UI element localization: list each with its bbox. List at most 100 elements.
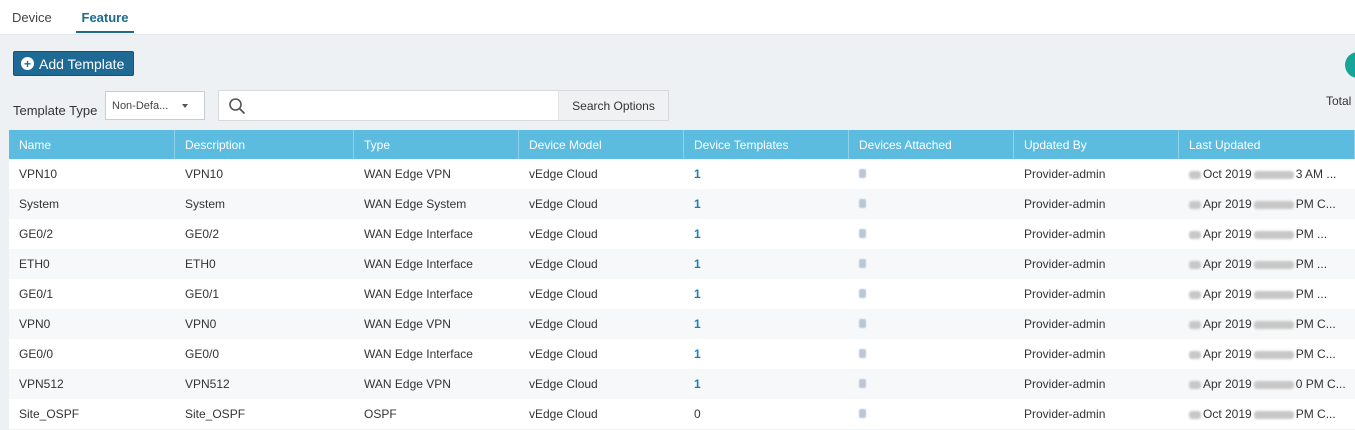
redacted-icon bbox=[859, 379, 866, 388]
tab-bar: Device Feature bbox=[0, 0, 1355, 35]
redacted-time bbox=[1253, 410, 1294, 419]
cell-type: OSPF bbox=[364, 407, 397, 421]
cell-device-templates[interactable]: 1 bbox=[684, 227, 849, 241]
last-updated-month: Apr 2019 bbox=[1203, 257, 1252, 271]
redacted-day bbox=[1189, 260, 1201, 269]
search-options-button[interactable]: Search Options bbox=[558, 91, 668, 120]
table-row[interactable]: System System WAN Edge System vEdge Cloud 1 P… bbox=[9, 189, 1355, 219]
template-type-label: Template Type bbox=[13, 103, 98, 118]
cell-last-updated: Apr 2019 PM ... bbox=[1179, 257, 1355, 271]
table-body: VPN10 VPN10 WAN Edge VPN vEdge Cloud 1 Provid… bbox=[9, 159, 1355, 429]
column-header-name[interactable]: Name bbox=[9, 130, 175, 159]
redacted-icon bbox=[859, 289, 866, 298]
cell-device-templates[interactable]: 1 bbox=[684, 347, 849, 361]
cell-last-updated: Oct 2019 PM C... bbox=[1179, 407, 1355, 421]
cell-description: GE0/0 bbox=[185, 347, 220, 361]
cell-type: WAN Edge VPN bbox=[364, 377, 451, 391]
cell-updated-by: Provider-admin bbox=[1024, 197, 1106, 211]
caret-down-icon bbox=[182, 104, 188, 108]
teal-action-icon[interactable] bbox=[1345, 52, 1355, 78]
redacted-icon bbox=[859, 349, 866, 358]
cell-device-templates[interactable]: 1 bbox=[684, 197, 849, 211]
cell-last-updated: Apr 2019 0 PM C... bbox=[1179, 377, 1355, 391]
cell-type: WAN Edge Interface bbox=[364, 227, 473, 241]
cell-last-updated: Apr 2019 PM ... bbox=[1179, 287, 1355, 301]
table-row[interactable]: VPN10 VPN10 WAN Edge VPN vEdge Cloud 1 Provid… bbox=[9, 159, 1355, 189]
cell-name: Site_OSPF bbox=[19, 407, 80, 421]
redacted-day bbox=[1189, 290, 1201, 299]
cell-description: ETH0 bbox=[185, 257, 216, 271]
table-header: Name Description Type Device Model Devic… bbox=[9, 130, 1355, 159]
column-header-last-updated[interactable]: Last Updated bbox=[1179, 130, 1355, 159]
last-updated-month: Oct 2019 bbox=[1203, 167, 1252, 181]
table-row[interactable]: GE0/0 GE0/0 WAN Edge Interface vEdge Cloud 1… bbox=[9, 339, 1355, 369]
cell-device-model: vEdge Cloud bbox=[529, 407, 598, 421]
table-row[interactable]: VPN512 VPN512 WAN Edge VPN vEdge Cloud 1 Prov… bbox=[9, 369, 1355, 399]
cell-device-templates[interactable]: 1 bbox=[684, 377, 849, 391]
column-header-updated-by[interactable]: Updated By bbox=[1014, 130, 1179, 159]
cell-device-model: vEdge Cloud bbox=[529, 287, 598, 301]
cell-device-templates[interactable]: 1 bbox=[684, 317, 849, 331]
column-header-devices-attached[interactable]: Devices Attached bbox=[849, 130, 1014, 159]
redacted-day bbox=[1189, 230, 1201, 239]
last-updated-suffix: PM ... bbox=[1295, 287, 1328, 301]
cell-device-model: vEdge Cloud bbox=[529, 377, 598, 391]
table-row[interactable]: GE0/1 GE0/1 WAN Edge Interface vEdge Cloud 1… bbox=[9, 279, 1355, 309]
table-row[interactable]: Site_OSPF Site_OSPF OSPF vEdge Cloud 0 Provid… bbox=[9, 399, 1355, 429]
cell-last-updated: Oct 2019 3 AM ... bbox=[1179, 167, 1355, 181]
column-header-type[interactable]: Type bbox=[354, 130, 519, 159]
cell-name: GE0/0 bbox=[19, 347, 54, 361]
last-updated-suffix: PM C... bbox=[1295, 197, 1336, 211]
tab-feature[interactable]: Feature bbox=[76, 10, 134, 33]
redacted-time bbox=[1253, 290, 1294, 299]
cell-device-model: vEdge Cloud bbox=[529, 167, 598, 181]
column-header-device-templates[interactable]: Device Templates bbox=[684, 130, 849, 159]
cell-updated-by: Provider-admin bbox=[1024, 227, 1106, 241]
cell-device-templates[interactable]: 1 bbox=[684, 257, 849, 271]
cell-last-updated: Apr 2019 PM C... bbox=[1179, 347, 1355, 361]
template-type-value: Non-Defa... bbox=[112, 99, 169, 112]
cell-description: GE0/2 bbox=[185, 227, 220, 241]
cell-devices-attached bbox=[849, 227, 1014, 241]
cell-description: VPN10 bbox=[185, 167, 224, 181]
tab-device[interactable]: Device bbox=[12, 10, 52, 31]
cell-updated-by: Provider-admin bbox=[1024, 287, 1106, 301]
redacted-time bbox=[1253, 260, 1294, 269]
redacted-day bbox=[1189, 200, 1201, 209]
cell-type: WAN Edge VPN bbox=[364, 167, 451, 181]
cell-device-templates[interactable]: 1 bbox=[684, 167, 849, 181]
last-updated-suffix: PM ... bbox=[1295, 227, 1328, 241]
cell-device-model: vEdge Cloud bbox=[529, 197, 598, 211]
redacted-icon bbox=[859, 319, 866, 328]
cell-device-templates[interactable]: 1 bbox=[684, 287, 849, 301]
redacted-time bbox=[1253, 320, 1294, 329]
cell-name: System bbox=[19, 197, 60, 211]
cell-name: GE0/2 bbox=[19, 227, 54, 241]
redacted-icon bbox=[859, 259, 866, 268]
table-row[interactable]: VPN0 VPN0 WAN Edge VPN vEdge Cloud 1 Provider… bbox=[9, 309, 1355, 339]
cell-description: VPN512 bbox=[185, 377, 230, 391]
cell-name: VPN0 bbox=[19, 317, 51, 331]
cell-device-model: vEdge Cloud bbox=[529, 347, 598, 361]
column-header-description[interactable]: Description bbox=[175, 130, 354, 159]
last-updated-month: Apr 2019 bbox=[1203, 227, 1252, 241]
cell-name: ETH0 bbox=[19, 257, 50, 271]
add-template-button[interactable]: + Add Template bbox=[13, 51, 134, 76]
last-updated-suffix: 3 AM ... bbox=[1295, 167, 1337, 181]
redacted-icon bbox=[859, 229, 866, 238]
cell-last-updated: Apr 2019 PM C... bbox=[1179, 197, 1355, 211]
table-row[interactable]: ETH0 ETH0 WAN Edge Interface vEdge Cloud 1 Pr… bbox=[9, 249, 1355, 279]
cell-device-model: vEdge Cloud bbox=[529, 257, 598, 271]
search-box: Search Options bbox=[218, 90, 669, 121]
redacted-day bbox=[1189, 320, 1201, 329]
table-row[interactable]: GE0/2 GE0/2 WAN Edge Interface vEdge Cloud 1… bbox=[9, 219, 1355, 249]
feature-template-table: Name Description Type Device Model Devic… bbox=[9, 130, 1355, 429]
column-header-device-model[interactable]: Device Model bbox=[519, 130, 684, 159]
redacted-icon bbox=[859, 169, 866, 178]
template-type-select[interactable]: Non-Defa... bbox=[105, 91, 205, 120]
last-updated-suffix: PM ... bbox=[1295, 257, 1328, 271]
cell-devices-attached bbox=[849, 287, 1014, 301]
total-label: Total bbox=[1326, 94, 1352, 108]
redacted-time bbox=[1253, 350, 1294, 359]
search-input[interactable] bbox=[253, 93, 553, 118]
